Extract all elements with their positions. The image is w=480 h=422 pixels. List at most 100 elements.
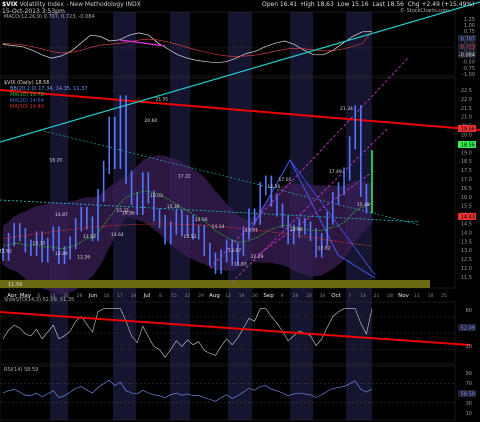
price-annotation: 16.56 (267, 184, 280, 190)
watermark: © StockCharts.com (400, 8, 450, 14)
date-axis-label: Aug (209, 293, 220, 299)
price-annotation: 20.60 (144, 118, 157, 124)
date-axis-label: 26 (252, 293, 258, 299)
price-axis-label: 18.5 (461, 159, 472, 165)
date-axis-label: 29 (198, 293, 204, 299)
macd-tag: -0.084 (459, 53, 475, 59)
price-axis-label: 20.0 (461, 133, 472, 139)
macd-axis-label: 1.25 (464, 17, 475, 23)
date-axis-label: 19 (239, 293, 245, 299)
price-annotation: 14.56 (195, 217, 208, 223)
volume-band-bar (0, 280, 430, 288)
price-annotation: 12.26 (77, 255, 90, 261)
stochastic-label: SlowSTO(14,3) 52.09, 51.35 (4, 297, 75, 303)
price-annotation: 13.96 (290, 227, 303, 233)
date-axis-label: 12 (225, 293, 231, 299)
date-axis-label: 30 (320, 293, 326, 299)
date-axis-label: Jun (88, 293, 98, 299)
price-annotation: 18.20 (49, 157, 62, 163)
price-annotation: 13.53 (83, 234, 96, 240)
price-annotation: 14.87 (55, 212, 68, 218)
date-axis-label: Jul (143, 293, 151, 299)
rsi-axis-label: 10 (466, 411, 472, 417)
price-axis-label: 12.0 (461, 266, 472, 272)
date-axis-label: 10 (104, 293, 110, 299)
quote-low: Low 15.16 (337, 1, 369, 8)
price-annotation: 13.13 (33, 240, 46, 246)
price-annotation: 14.14 (211, 224, 224, 230)
price-legend-4: MA(50) 14.40 (10, 104, 44, 110)
price-annotation: 21.91 (156, 97, 169, 103)
price-axis-label: 14.0 (461, 230, 472, 236)
rsi-axis-label: 70 (466, 381, 472, 387)
date-axis-label: 24 (131, 293, 137, 299)
quote-open: Open 16.41 (262, 1, 298, 8)
price-annotation: 12.29 (251, 254, 264, 260)
stochastic-axis-label: 80 (466, 308, 472, 314)
exchange: INDX (125, 1, 141, 8)
price-axis-label: 21.0 (461, 115, 472, 121)
symbol: $VIX (2, 1, 18, 8)
rsi-axis-label: 30 (466, 401, 472, 407)
price-annotation: 12.49 (55, 251, 68, 257)
date-axis-label: 7 (348, 293, 351, 299)
price-axis-label: 11.5 (461, 275, 472, 281)
price-axis-label: 21.5 (461, 106, 472, 112)
price-annotation: 15.48 (357, 202, 370, 208)
macd-tag: 0.707 (461, 37, 475, 43)
price-axis-label: 17.0 (461, 177, 472, 183)
price-annotation: 12.62 (0, 249, 12, 255)
rsi-axis-label: 90 (466, 371, 472, 377)
macd-axis-label: -0.50 (462, 60, 475, 66)
price-tag: 19.56 (461, 127, 475, 133)
volume-label: 11.59 (8, 282, 22, 288)
date-axis-label: Nov (398, 293, 409, 299)
price-annotation: 11.83 (234, 262, 247, 268)
price-tag: 14.43 (461, 215, 475, 221)
macd-axis-label: -0.75 (462, 66, 475, 72)
date-axis-label: 18 (428, 293, 434, 299)
price-annotation: 14.96 (122, 210, 135, 216)
price-annotation: 17.22 (178, 173, 191, 179)
price-axis-label: 19.0 (461, 150, 472, 156)
date-axis-label: 8 (159, 293, 162, 299)
date-axis-label: 28 (77, 293, 83, 299)
stock-chart: 1.251.000.750.500.250.00-0.25-0.50-0.75-… (0, 0, 480, 422)
price-axis-label: 13.5 (461, 239, 472, 245)
price-axis-label: 16.0 (461, 195, 472, 201)
date-axis-label: Sep (263, 293, 274, 299)
price-axis-label: 16.5 (461, 186, 472, 192)
macd-axis-label: 0.75 (464, 29, 475, 35)
date-axis-label: 28 (387, 293, 393, 299)
price-annotation: 17.01 (279, 177, 292, 183)
price-axis-label: 13.0 (461, 248, 472, 254)
chart-title: $VIX Volatility Index - New Methodology … (2, 1, 141, 8)
date-axis-label: 23 (306, 293, 312, 299)
price-axis-label: 14.5 (461, 222, 472, 228)
date-axis-label: 17 (117, 293, 123, 299)
price-axis-label: 15.5 (461, 204, 472, 210)
date-axis-label: Oct (331, 293, 341, 299)
price-axis-label: 22.5 (461, 88, 472, 94)
quote-last: Last 18.56 (372, 1, 404, 8)
price-annotation: 16.03 (150, 193, 163, 199)
price-annotation: 17.49 (329, 169, 342, 175)
price-annotation: 15.36 (167, 204, 180, 210)
price-tag: 18.56 (461, 143, 475, 149)
price-annotation: 12.67 (228, 248, 241, 254)
rsi-label: RSI(14) 58.59 (4, 367, 39, 373)
date-axis-label: 22 (185, 293, 191, 299)
quote-high: High 18.63 (300, 1, 334, 8)
date-axis-label: 25 (441, 293, 447, 299)
date-axis-label: 21 (374, 293, 380, 299)
macd-tag: 0.723 (461, 45, 475, 51)
macd-axis-label: 1.00 (464, 23, 475, 29)
quote-change: Chg +2.49 (+15.49%) (407, 1, 475, 8)
volume-band: 11.59 (0, 280, 430, 288)
date-axis-label: 14 (360, 293, 366, 299)
stochastic-axis-label: 20 (466, 344, 472, 350)
price-axis-label: 17.5 (461, 168, 472, 174)
date-axis-label: 9 (281, 293, 284, 299)
date-axis-label: 16 (293, 293, 299, 299)
price-annotation: 12.82 (318, 245, 331, 251)
